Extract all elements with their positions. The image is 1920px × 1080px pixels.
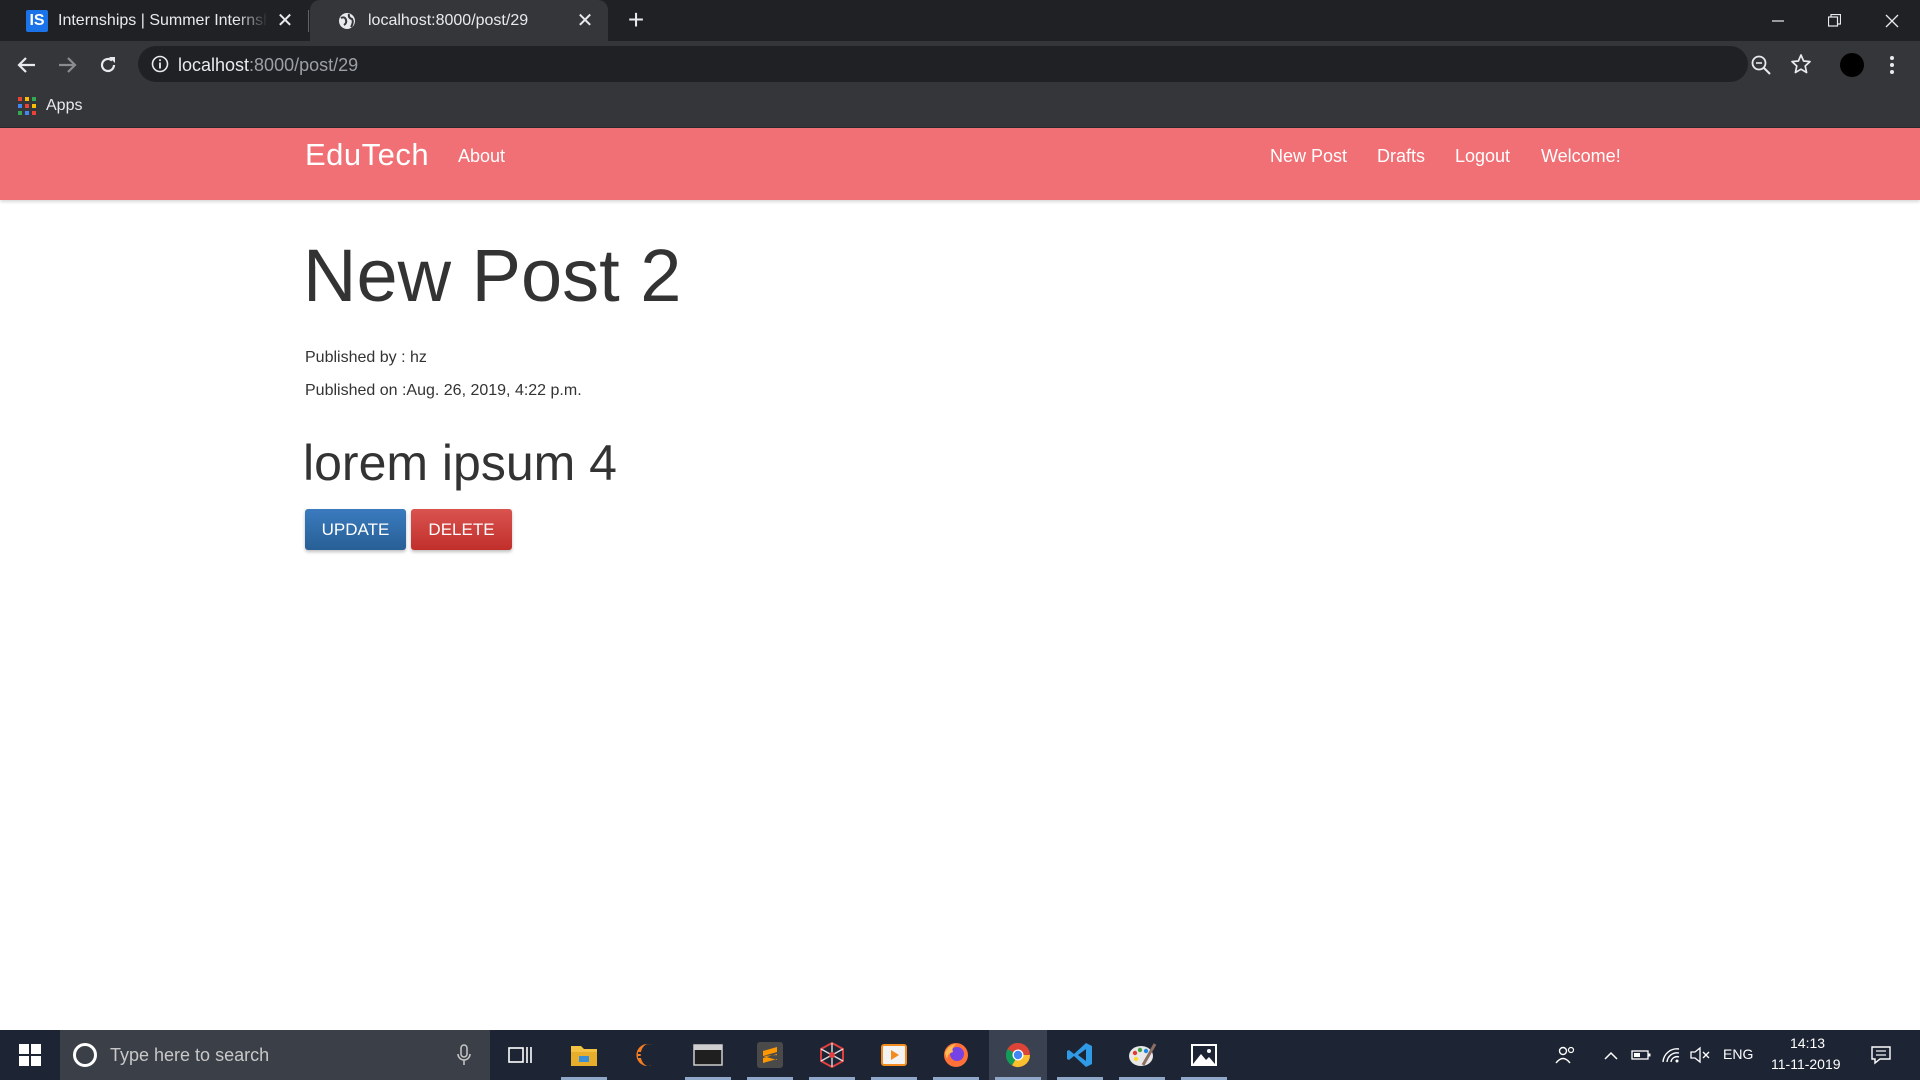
task-view-icon[interactable]: [491, 1030, 549, 1080]
chrome-icon[interactable]: [989, 1030, 1047, 1080]
wifi-icon[interactable]: [1660, 1044, 1682, 1066]
language-indicator[interactable]: ENG: [1723, 1046, 1753, 1062]
clock-date[interactable]: 11-11-2019: [1771, 1056, 1841, 1072]
sublime-text-icon[interactable]: [741, 1030, 799, 1080]
internshala-favicon-icon: IS: [26, 9, 48, 32]
apps-shortcut[interactable]: Apps: [18, 97, 82, 115]
post-author: Published by : hz: [305, 349, 427, 366]
url-host: localhost: [178, 55, 250, 75]
apps-grid-icon: [18, 97, 36, 115]
bookmark-star-icon[interactable]: [1790, 53, 1812, 75]
update-button[interactable]: UPDATE: [305, 509, 406, 550]
nav-logout[interactable]: Logout: [1455, 146, 1510, 167]
tab-title: Internships | Summer Internship |: [58, 11, 268, 29]
back-arrow-icon[interactable]: [12, 50, 42, 80]
cortana-icon: [73, 1043, 97, 1067]
profile-avatar[interactable]: [1840, 53, 1864, 77]
windows-start-icon[interactable]: [0, 1030, 60, 1080]
url-path: :8000/post/29: [249, 55, 359, 75]
media-player-icon[interactable]: [865, 1030, 923, 1080]
bookmarks-bar: Apps: [0, 88, 1920, 128]
zoom-icon[interactable]: [1750, 54, 1772, 76]
tab-title: localhost:8000/post/29: [368, 11, 529, 29]
tab-localhost-post[interactable]: localhost:8000/post/29 ✕: [310, 0, 608, 41]
battery-icon[interactable]: [1630, 1044, 1652, 1066]
post-body: lorem ipsum 4: [303, 435, 617, 491]
forward-arrow-icon[interactable]: [52, 50, 82, 80]
tab-separator: [308, 10, 309, 32]
nav-about[interactable]: About: [458, 146, 505, 167]
restore-window-icon[interactable]: [1806, 0, 1863, 41]
browser-tabstrip: IS Internships | Summer Internship | ✕ l…: [0, 0, 1920, 41]
nav-drafts[interactable]: Drafts: [1377, 146, 1425, 167]
globe-icon: [336, 10, 358, 32]
apps-label: Apps: [46, 97, 83, 114]
minimize-window-icon[interactable]: [1749, 0, 1806, 41]
action-center-icon[interactable]: [1870, 1044, 1892, 1066]
photos-icon[interactable]: [1175, 1030, 1233, 1080]
eclipse-icon[interactable]: [617, 1030, 675, 1080]
browser-toolbar: localhost:8000/post/29: [0, 41, 1920, 88]
close-window-icon[interactable]: [1863, 0, 1920, 41]
terminal-icon[interactable]: [679, 1030, 737, 1080]
clock-time[interactable]: 14:13: [1790, 1035, 1825, 1051]
people-icon[interactable]: [1555, 1044, 1577, 1066]
firefox-icon[interactable]: [927, 1030, 985, 1080]
site-brand[interactable]: EduTech: [305, 137, 429, 173]
url-text[interactable]: localhost:8000/post/29: [178, 55, 358, 76]
show-hidden-icons-chevron-icon[interactable]: [1600, 1044, 1622, 1066]
network-app-icon[interactable]: [803, 1030, 861, 1080]
volume-muted-icon[interactable]: [1689, 1044, 1711, 1066]
nav-welcome[interactable]: Welcome!: [1541, 146, 1621, 167]
tab-internships[interactable]: IS Internships | Summer Internship | ✕: [0, 0, 308, 41]
close-tab-icon[interactable]: ✕: [576, 10, 594, 32]
vscode-icon[interactable]: [1051, 1030, 1109, 1080]
site-info-icon[interactable]: [150, 54, 170, 74]
browser-menu-icon[interactable]: [1882, 54, 1902, 76]
site-navbar: EduTech About New Post Drafts Logout Wel…: [0, 128, 1920, 200]
post-title: New Post 2: [303, 234, 682, 317]
close-tab-icon[interactable]: ✕: [276, 10, 294, 32]
microphone-icon[interactable]: [456, 1043, 472, 1067]
post-date: Published on :Aug. 26, 2019, 4:22 p.m.: [305, 382, 582, 399]
nav-new-post[interactable]: New Post: [1270, 146, 1347, 167]
file-explorer-icon[interactable]: [555, 1030, 613, 1080]
paint-icon[interactable]: [1113, 1030, 1171, 1080]
delete-button[interactable]: DELETE: [411, 509, 512, 550]
new-tab-button[interactable]: +: [622, 6, 650, 34]
windows-taskbar: Type here to search ENG 14:13 11-11-2019: [0, 1030, 1920, 1080]
taskbar-search-box[interactable]: Type here to search: [60, 1030, 490, 1080]
address-bar[interactable]: localhost:8000/post/29: [138, 46, 1811, 82]
reload-icon[interactable]: [93, 50, 123, 80]
search-placeholder: Type here to search: [110, 1045, 270, 1065]
